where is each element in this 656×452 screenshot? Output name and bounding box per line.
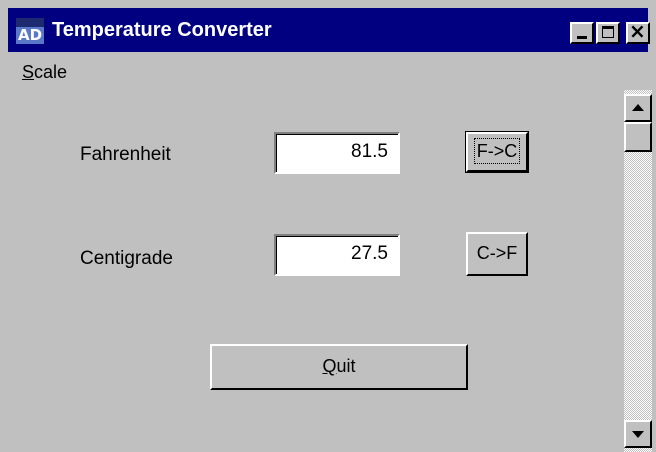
minimize-button[interactable] — [570, 22, 594, 44]
maximize-button[interactable] — [596, 22, 620, 44]
quit-button[interactable]: Quit — [210, 344, 468, 390]
f-to-c-label: F->C — [473, 138, 521, 164]
quit-accel: Q — [322, 356, 337, 376]
scroll-thumb[interactable] — [624, 122, 652, 152]
menu-scale-label: cale — [34, 62, 68, 82]
scroll-up-button[interactable] — [624, 94, 652, 122]
arrow-up-icon — [632, 104, 644, 111]
arrow-down-icon — [632, 431, 644, 438]
app-icon[interactable]: AD — [16, 18, 44, 44]
scroll-down-button[interactable] — [624, 420, 652, 448]
app-window: AD Temperature Converter × Scale Fahrenh… — [0, 0, 656, 452]
c-to-f-button[interactable]: C->F — [466, 232, 528, 276]
quit-label: uit — [336, 356, 356, 376]
client-area: Fahrenheit 81.5 F->C Centigrade 27.5 C->… — [8, 90, 624, 452]
centigrade-label: Centigrade — [80, 248, 173, 269]
f-to-c-button[interactable]: F->C — [465, 131, 529, 173]
close-icon: × — [629, 19, 646, 43]
close-button[interactable]: × — [626, 19, 650, 44]
vertical-scrollbar[interactable] — [624, 90, 652, 452]
maximize-icon — [602, 26, 614, 38]
fahrenheit-input[interactable]: 81.5 — [274, 132, 400, 174]
minimize-icon — [577, 36, 587, 39]
app-icon-text: AD — [18, 26, 43, 44]
window-title: Temperature Converter — [52, 19, 272, 41]
menu-scale-accel: S — [22, 62, 35, 82]
centigrade-input[interactable]: 27.5 — [274, 234, 400, 276]
menu-bar: Scale — [8, 54, 648, 90]
menu-scale[interactable]: Scale — [22, 62, 67, 82]
fahrenheit-label: Fahrenheit — [80, 144, 171, 165]
title-bar[interactable]: AD Temperature Converter × — [8, 8, 650, 52]
